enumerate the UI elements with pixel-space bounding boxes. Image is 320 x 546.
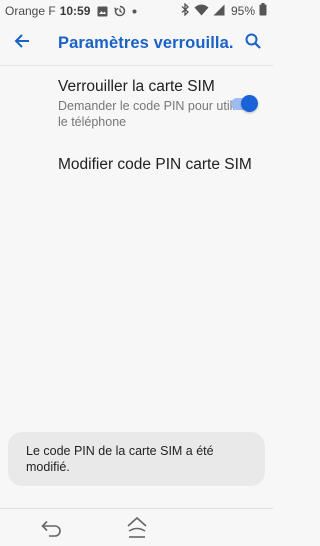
dot-icon [132, 9, 137, 14]
wifi-icon [194, 4, 209, 19]
bluetooth-icon [181, 2, 190, 19]
back-button[interactable] [0, 22, 44, 66]
toggle-thumb [241, 95, 258, 112]
back-arrow-icon [40, 520, 64, 543]
change-pin-preference[interactable]: Modifier code PIN carte SIM [58, 156, 258, 178]
battery-level: 95% [230, 4, 255, 18]
toast-message: Le code PIN de la carte SIM a été modifi… [8, 432, 265, 486]
change-pin-title: Modifier code PIN carte SIM [58, 156, 252, 173]
clock: 10:59 [59, 4, 91, 18]
nav-home-button[interactable] [124, 515, 150, 541]
search-button[interactable] [233, 22, 273, 66]
status-bar: Orange F 10:59 95% [0, 0, 273, 22]
notification-icons [97, 5, 137, 17]
lock-sim-toggle[interactable] [229, 94, 261, 114]
lock-sim-summary: Demander le code PIN pour utiliser le té… [58, 99, 253, 129]
home-icon [124, 516, 150, 545]
image-icon [97, 6, 108, 17]
lock-sim-title: Verrouiller la carte SIM [58, 78, 215, 95]
app-bar: Paramètres verrouilla... [0, 22, 273, 66]
lock-sim-preference[interactable]: Verrouiller la carte SIM Demander le cod… [58, 78, 258, 132]
page-title: Paramètres verrouilla... [58, 34, 233, 52]
battery-icon [259, 3, 267, 19]
arrow-back-icon [14, 33, 30, 54]
nav-back-button[interactable] [40, 517, 64, 539]
search-icon [245, 33, 261, 54]
carrier-name: Orange F [5, 4, 56, 18]
signal-icon [213, 4, 225, 19]
history-icon [114, 5, 126, 17]
navigation-bar [0, 508, 273, 546]
